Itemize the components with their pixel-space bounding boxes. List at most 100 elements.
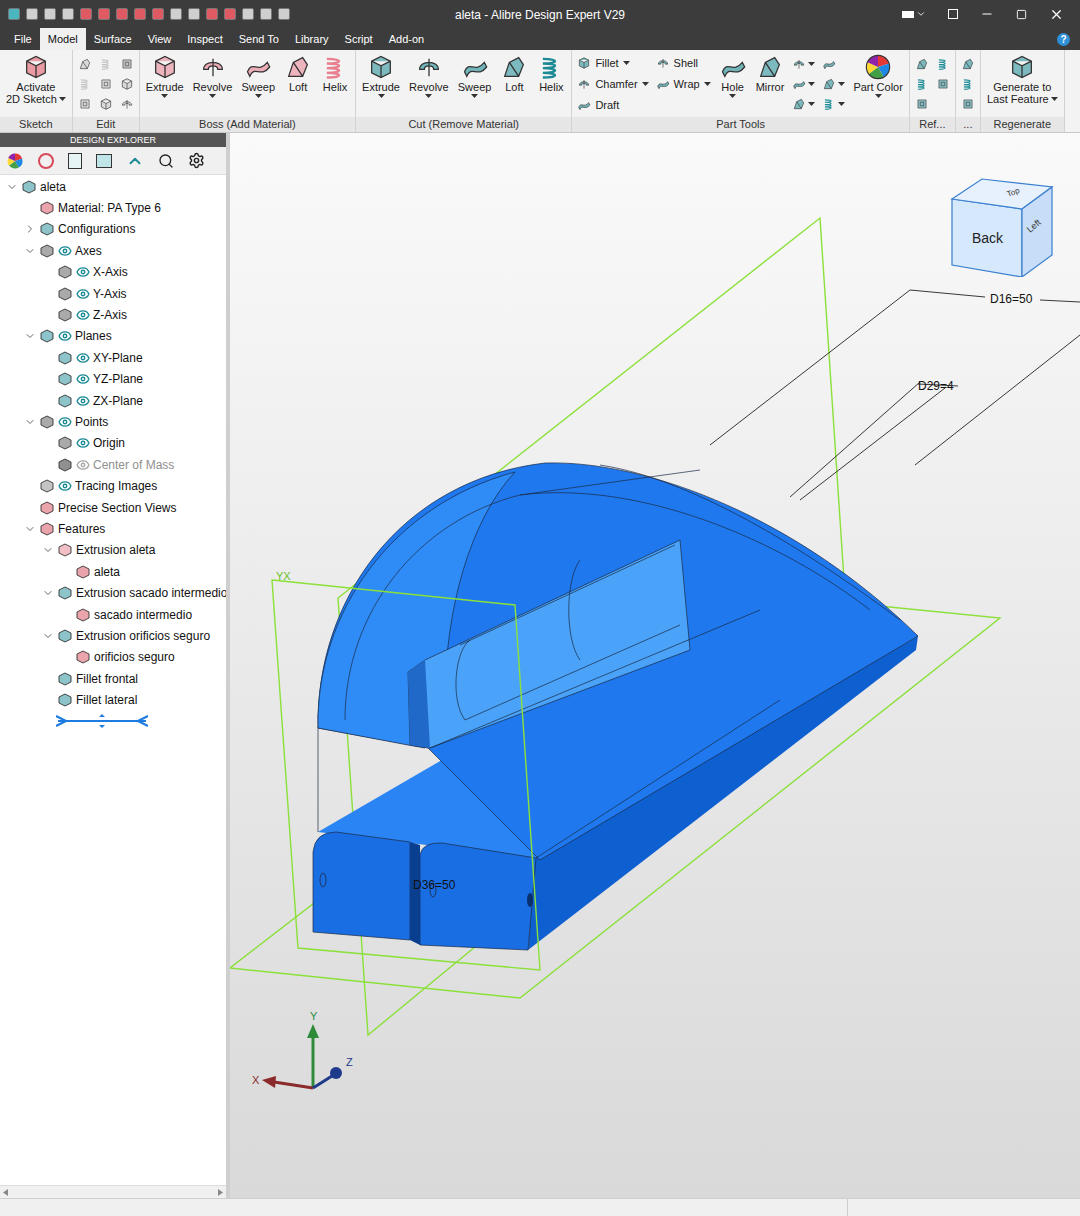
ribbon-icon-button[interactable] xyxy=(792,56,815,71)
visibility-icon[interactable] xyxy=(76,458,90,472)
visibility-icon[interactable] xyxy=(76,287,90,301)
search-icon[interactable] xyxy=(158,153,174,169)
ribbon-button[interactable]: Helix xyxy=(318,50,352,93)
collapse-icon[interactable] xyxy=(6,181,18,193)
quick-access-button[interactable] xyxy=(170,8,182,20)
appearance-icon[interactable] xyxy=(6,152,24,170)
model-view[interactable]: D16=50D29=4D36=50YX xyxy=(230,133,1080,1198)
tree-item[interactable]: Configurations xyxy=(0,219,226,240)
ribbon-icon-button[interactable] xyxy=(120,96,134,111)
quick-access-button[interactable] xyxy=(116,8,128,20)
visibility-icon[interactable] xyxy=(76,372,90,386)
menu-tab[interactable]: Inspect xyxy=(179,28,230,50)
quick-access-button[interactable] xyxy=(188,8,200,20)
tree-item[interactable]: Center of Mass xyxy=(0,454,226,475)
ribbon-icon-button[interactable] xyxy=(792,96,815,111)
ribbon-button[interactable]: Extrude xyxy=(143,50,187,98)
ribbon-icon-button[interactable] xyxy=(936,76,950,91)
quick-access-button[interactable] xyxy=(224,8,236,20)
menu-tab[interactable]: Surface xyxy=(86,28,140,50)
quick-access-button[interactable] xyxy=(26,8,38,20)
ribbon-icon-button[interactable] xyxy=(936,56,950,71)
configurations-icon[interactable] xyxy=(38,153,54,169)
viewport[interactable]: D16=50D29=4D36=50YXBackTopLeftYXZ xyxy=(230,133,1080,1198)
visibility-icon[interactable] xyxy=(58,244,72,258)
collapse-all-icon[interactable] xyxy=(126,152,144,170)
tree-item[interactable]: Z-Axis xyxy=(0,304,226,325)
ribbon-button[interactable]: Revolve xyxy=(190,50,236,98)
tree-item[interactable]: Fillet lateral xyxy=(0,689,226,710)
ribbon-icon-button[interactable] xyxy=(120,76,134,91)
collapse-icon[interactable] xyxy=(24,523,36,535)
tree-item[interactable]: Axes xyxy=(0,240,226,261)
visibility-icon[interactable] xyxy=(76,351,90,365)
ribbon-icon-button[interactable] xyxy=(822,56,845,71)
ribbon-small-button[interactable]: Draft xyxy=(577,96,648,114)
ribbon-small-button[interactable]: Wrap xyxy=(656,75,711,93)
ribbon-button[interactable]: Hole xyxy=(716,50,750,98)
menu-tab[interactable]: Send To xyxy=(231,28,287,50)
ribbon-icon-button[interactable] xyxy=(915,56,929,71)
ribbon-small-button[interactable]: Shell xyxy=(656,54,711,72)
menu-tab[interactable]: Script xyxy=(337,28,381,50)
ribbon-icon-button[interactable] xyxy=(822,76,845,91)
menu-tab[interactable]: Library xyxy=(287,28,337,50)
collapse-icon[interactable] xyxy=(42,587,54,599)
tree-item[interactable]: Extrusion orificios seguro xyxy=(0,625,226,646)
collapse-icon[interactable] xyxy=(42,544,54,556)
tree-item[interactable]: Origin xyxy=(0,433,226,454)
tree-item[interactable]: aleta xyxy=(0,561,226,582)
quick-access-button[interactable] xyxy=(152,8,164,20)
menu-tab[interactable]: Model xyxy=(40,28,86,50)
tree-item[interactable]: Tracing Images xyxy=(0,475,226,496)
ribbon-button[interactable]: Generate toLast Feature xyxy=(984,50,1061,105)
tree-item[interactable]: XY-Plane xyxy=(0,347,226,368)
expand-icon[interactable] xyxy=(24,223,36,235)
quick-access-button[interactable] xyxy=(242,8,254,20)
ribbon-button[interactable]: Helix xyxy=(534,50,568,93)
ribbon-button[interactable]: Extrude xyxy=(359,50,403,98)
images-icon[interactable] xyxy=(96,154,112,168)
theme-selector[interactable] xyxy=(902,9,926,19)
tree-item[interactable]: ZX-Plane xyxy=(0,390,226,411)
close-icon[interactable] xyxy=(1049,7,1064,22)
ribbon-icon-button[interactable] xyxy=(99,96,113,111)
tree-item[interactable]: Material: PA Type 6 xyxy=(0,197,226,218)
ribbon-icon-button[interactable] xyxy=(120,56,134,71)
ribbon-icon-button[interactable] xyxy=(915,76,929,91)
rollback-bar[interactable] xyxy=(0,711,226,732)
tree-item[interactable]: aleta xyxy=(0,176,226,197)
ribbon-button[interactable]: Sweep xyxy=(455,50,495,98)
scroll-left-icon[interactable] xyxy=(3,1189,8,1196)
visibility-icon[interactable] xyxy=(76,265,90,279)
collapse-icon[interactable] xyxy=(24,330,36,342)
maximize-icon[interactable] xyxy=(1016,9,1027,20)
ribbon-button[interactable]: Activate2D Sketch xyxy=(3,50,69,105)
menu-tab[interactable]: Add-on xyxy=(381,28,432,50)
ribbon-button[interactable]: Sweep xyxy=(238,50,278,98)
horizontal-scrollbar[interactable] xyxy=(0,1185,226,1198)
properties-icon[interactable] xyxy=(68,153,82,169)
visibility-icon[interactable] xyxy=(58,329,72,343)
quick-access-button[interactable] xyxy=(98,8,110,20)
ribbon-button[interactable]: Mirror xyxy=(753,50,788,93)
menu-tab[interactable]: View xyxy=(140,28,180,50)
tree-item[interactable]: X-Axis xyxy=(0,262,226,283)
restore-panels-icon[interactable] xyxy=(948,9,958,19)
ribbon-icon-button[interactable] xyxy=(99,76,113,91)
ribbon-small-button[interactable]: Chamfer xyxy=(577,75,648,93)
ribbon-icon-button[interactable] xyxy=(99,56,113,71)
tree-item[interactable]: Precise Section Views xyxy=(0,497,226,518)
ribbon-small-button[interactable]: Fillet xyxy=(577,54,648,72)
ribbon-icon-button[interactable] xyxy=(822,96,845,111)
visibility-icon[interactable] xyxy=(76,308,90,322)
view-cube[interactable]: BackTopLeft xyxy=(948,175,1056,277)
ribbon-icon-button[interactable] xyxy=(792,76,815,91)
help-button[interactable]: ? xyxy=(1057,33,1070,46)
ribbon-icon-button[interactable] xyxy=(78,96,92,111)
tree-item[interactable]: Planes xyxy=(0,326,226,347)
scroll-right-icon[interactable] xyxy=(218,1189,223,1196)
quick-access-button[interactable] xyxy=(44,8,56,20)
collapse-icon[interactable] xyxy=(42,630,54,642)
quick-access-button[interactable] xyxy=(278,8,290,20)
